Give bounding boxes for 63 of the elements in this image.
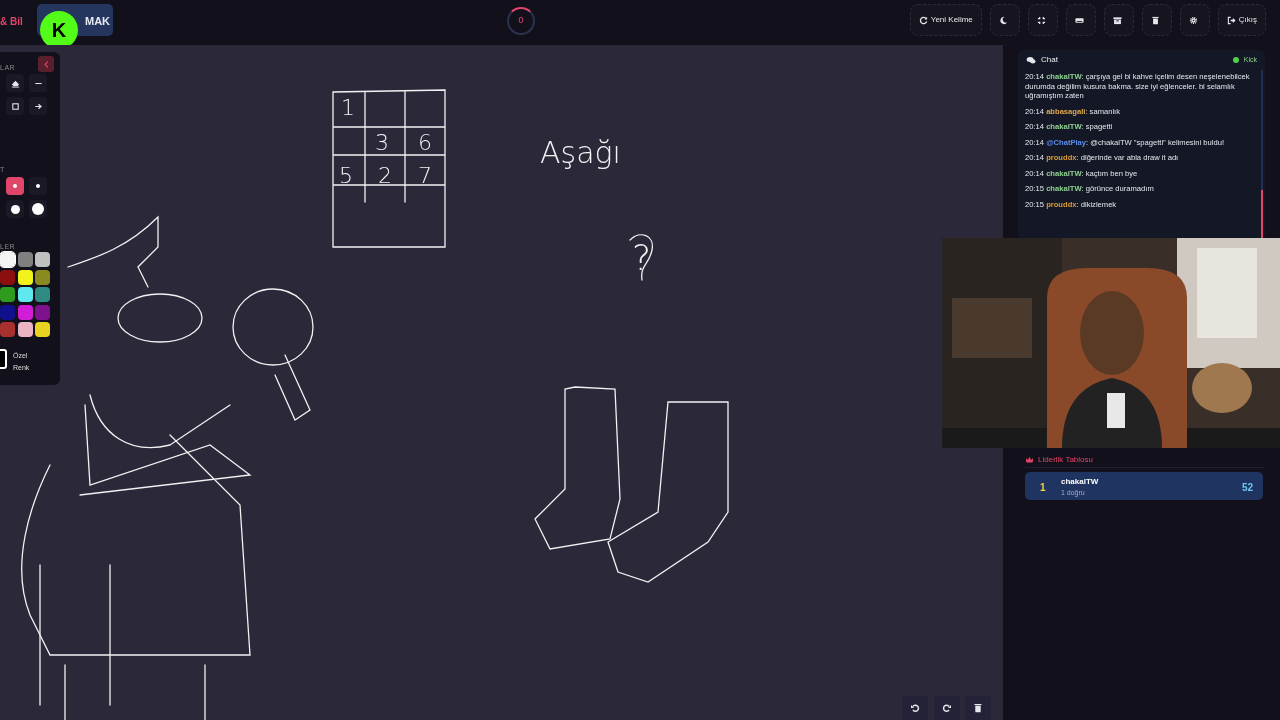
- keyboard-icon: [1074, 15, 1084, 25]
- color-swatch[interactable]: [35, 304, 50, 320]
- crown-icon: [1025, 456, 1034, 464]
- size-button[interactable]: [29, 200, 47, 218]
- compress-icon: [1036, 15, 1046, 25]
- player-score: 52: [1241, 481, 1253, 495]
- chat-icon: [1026, 55, 1036, 65]
- undo-icon: [910, 703, 920, 713]
- collapse-button[interactable]: [38, 56, 54, 72]
- refresh-icon: [918, 15, 928, 25]
- size-dot: [13, 184, 17, 188]
- tool-button[interactable]: [6, 97, 24, 115]
- undo-button[interactable]: [902, 696, 928, 720]
- settings-icon: [1188, 15, 1198, 25]
- color-swatch[interactable]: [0, 304, 15, 320]
- trash-icon: [973, 703, 983, 713]
- color-swatch[interactable]: [35, 287, 50, 302]
- color-swatch[interactable]: [0, 252, 15, 267]
- size-button[interactable]: [6, 177, 24, 195]
- logout-button[interactable]: Çıkış: [1217, 4, 1266, 36]
- color-swatch[interactable]: [17, 252, 33, 267]
- color-swatch[interactable]: [17, 269, 33, 285]
- redo-icon: [942, 703, 952, 713]
- logout-icon: [1226, 15, 1236, 25]
- trash-icon: [1150, 15, 1160, 25]
- keyboard-button[interactable]: [1065, 4, 1096, 36]
- color-swatch[interactable]: [35, 252, 50, 267]
- title-text: & Bil: [0, 15, 23, 29]
- size-dot: [10, 204, 20, 214]
- size-dot: [36, 184, 40, 188]
- eraser-icon: [10, 78, 20, 88]
- color-swatch[interactable]: [0, 322, 15, 337]
- archive-button[interactable]: [1103, 4, 1134, 36]
- settings-button[interactable]: [1179, 4, 1210, 36]
- leaderboard-title: Liderlik Tablosu: [1038, 454, 1093, 466]
- color-swatch[interactable]: [35, 322, 50, 337]
- status-dot: [1232, 57, 1239, 63]
- chat-title: Chat: [1041, 54, 1059, 66]
- moon-icon: [998, 15, 1008, 25]
- tool-button[interactable]: [6, 74, 24, 92]
- color-swatch[interactable]: [17, 322, 33, 337]
- color-swatch[interactable]: [0, 269, 15, 285]
- archive-icon: [1112, 15, 1122, 25]
- round-counter: 0: [507, 7, 535, 35]
- rank-number: 1: [1040, 481, 1046, 495]
- moon-button[interactable]: [989, 4, 1020, 36]
- arrow-icon: [33, 101, 43, 111]
- size-button[interactable]: [6, 200, 24, 218]
- new-word-button[interactable]: Yeni Kelime: [909, 4, 982, 36]
- scrollbar-thumb[interactable]: [1261, 190, 1263, 240]
- square-icon: [10, 101, 20, 111]
- trash-button[interactable]: [1141, 4, 1172, 36]
- redo-button[interactable]: [934, 696, 960, 720]
- player-name: chakalTW: [1061, 476, 1099, 488]
- color-swatch[interactable]: [17, 287, 33, 302]
- color-swatch[interactable]: [17, 304, 33, 320]
- tool-button[interactable]: [29, 97, 47, 115]
- size-dot: [32, 203, 44, 215]
- trash-button[interactable]: [965, 696, 991, 720]
- color-swatch[interactable]: [0, 287, 15, 302]
- color-swatch[interactable]: [35, 269, 50, 285]
- chevron-icon: [42, 60, 50, 68]
- size-button[interactable]: [29, 177, 47, 195]
